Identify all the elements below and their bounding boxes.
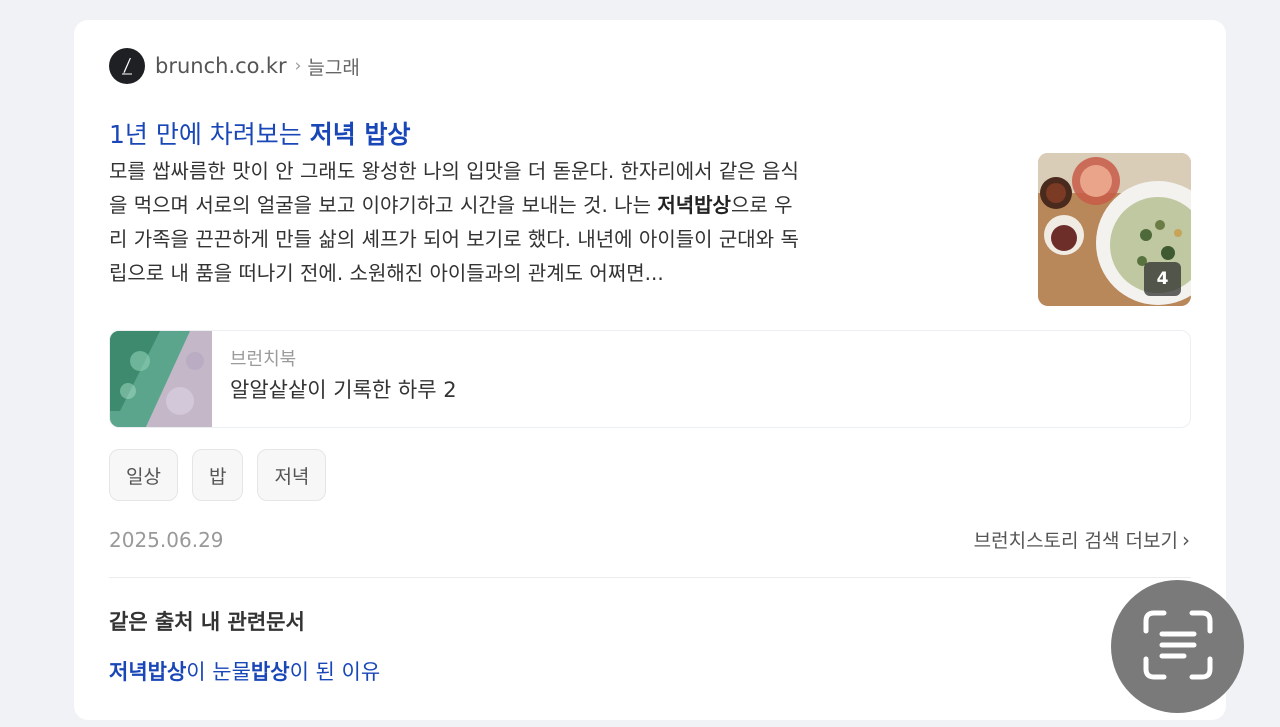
search-result-card: brunch.co.kr › 늘그래 1년 만에 차려보는 저녁 밥상 모를 쌉…	[74, 20, 1226, 720]
brunchbook-label: 브런치북	[230, 349, 297, 370]
text-scan-icon	[1138, 605, 1218, 689]
result-snippet: 모를 쌉싸름한 맛이 안 그래도 왕성한 나의 입맛을 더 돋운다. 한자리에서…	[109, 154, 1009, 290]
tag-chip[interactable]: 일상	[109, 449, 178, 501]
result-thumbnail[interactable]: 4	[1038, 153, 1191, 306]
text-scan-button[interactable]	[1111, 580, 1244, 713]
image-count-badge: 4	[1144, 262, 1181, 296]
brunchbook-cover-image	[110, 331, 212, 427]
result-source[interactable]: brunch.co.kr › 늘그래	[109, 48, 360, 84]
snippet-line: 리 가족을 끈끈하게 만들 삶의 셰프가 되어 보기로 했다. 내년에 아이들이…	[109, 227, 799, 251]
related-brunchbook-card[interactable]: 브런치북 알알샅샅이 기록한 하루 2	[109, 330, 1191, 428]
brunch-pen-logo-icon	[109, 48, 145, 84]
snippet-line: 립으로 내 품을 떠나기 전에. 소원해진 아이들과의 관계도 어쩌면...	[109, 261, 664, 285]
title-highlight: 저녁 밥상	[309, 120, 411, 149]
brunchbook-title: 알알샅샅이 기록한 하루 2	[230, 378, 457, 402]
breadcrumb-separator: ›	[294, 56, 302, 76]
related-doc-link[interactable]: 저녁밥상이 눈물밥상이 된 이유	[109, 656, 380, 686]
more-search-link[interactable]: 브런치스토리 검색 더보기 ›	[974, 526, 1190, 553]
site-name: brunch.co.kr	[155, 54, 287, 78]
publish-date: 2025.06.29	[109, 528, 224, 552]
chevron-right-icon: ›	[1182, 527, 1190, 552]
title-prefix: 1년 만에 차려보는	[109, 120, 310, 149]
section-divider	[109, 577, 1191, 578]
tag-list: 일상 밥 저녁	[109, 449, 327, 501]
more-search-label: 브런치스토리 검색 더보기	[973, 530, 1178, 552]
tag-chip[interactable]: 밥	[191, 449, 244, 501]
related-docs-heading: 같은 출처 내 관련문서	[109, 610, 305, 634]
snippet-line: 모를 쌉싸름한 맛이 안 그래도 왕성한 나의 입맛을 더 돋운다. 한자리에서…	[109, 159, 799, 183]
breadcrumb-author[interactable]: 늘그래	[307, 53, 359, 80]
snippet-line: 을 먹으며 서로의 얼굴을 보고 이야기하고 시간을 보내는 것. 나는 저녁밥…	[109, 193, 793, 217]
result-title-link[interactable]: 1년 만에 차려보는 저녁 밥상	[109, 122, 410, 147]
tag-chip[interactable]: 저녁	[257, 449, 327, 501]
